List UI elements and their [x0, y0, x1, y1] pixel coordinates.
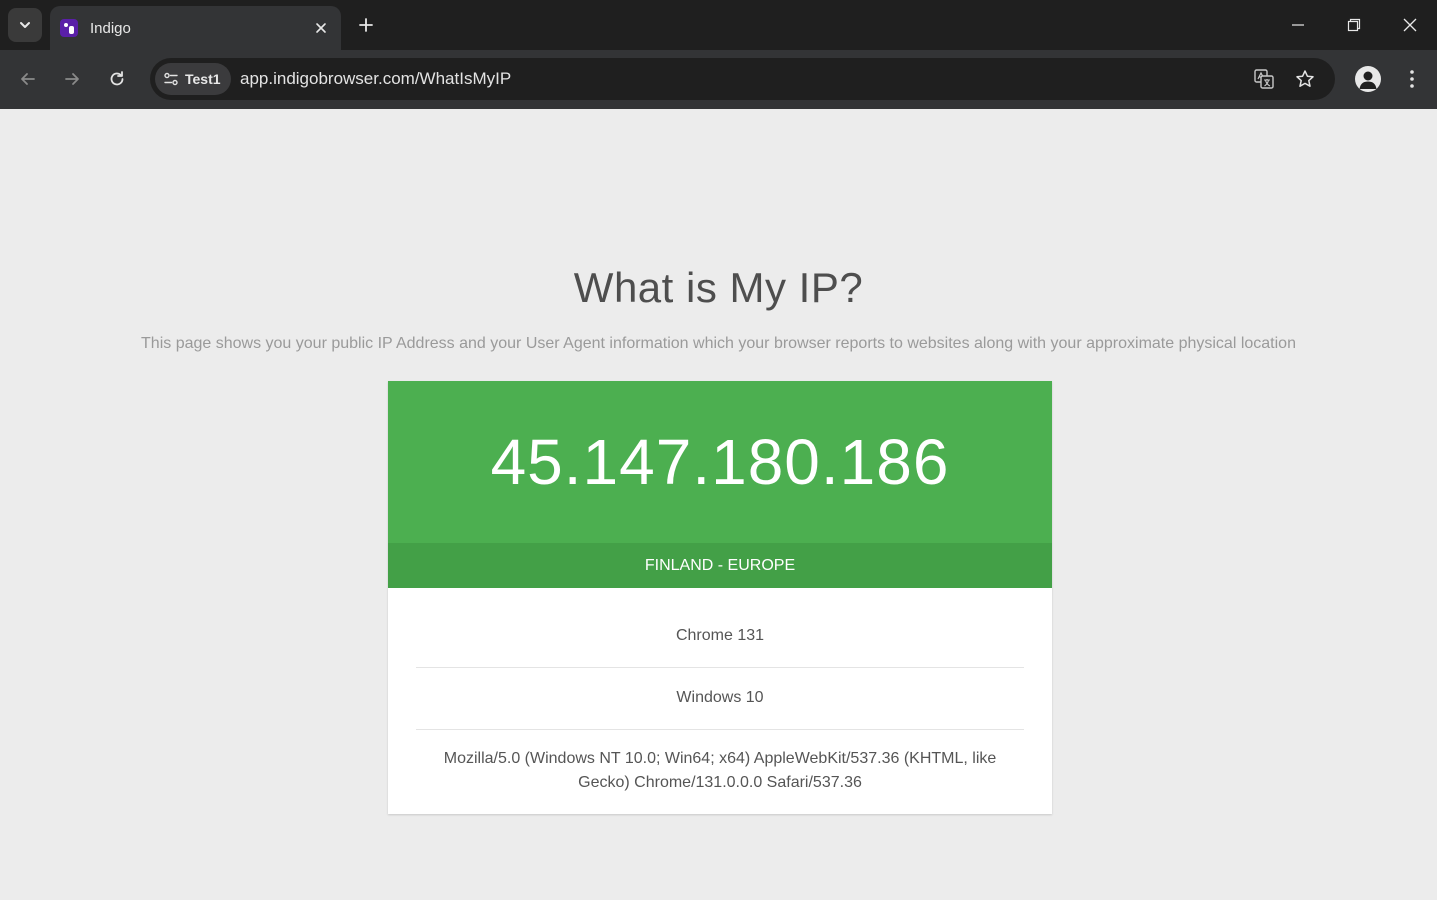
ip-address-box: 45.147.180.186 — [388, 381, 1052, 543]
profile-chip-label: Test1 — [185, 71, 221, 87]
restore-button[interactable] — [1326, 0, 1382, 50]
tune-icon — [164, 72, 178, 86]
location-bar: FINLAND - EUROPE — [388, 543, 1052, 588]
divider — [416, 729, 1024, 730]
location-text: FINLAND - EUROPE — [644, 556, 796, 574]
translate-icon[interactable] — [1252, 67, 1276, 91]
user-agent: Mozilla/5.0 (Windows NT 10.0; Win64; x64… — [443, 750, 997, 791]
chevron-down-icon — [20, 22, 30, 28]
restore-icon — [1347, 18, 1361, 32]
more-vertical-icon — [1410, 70, 1414, 88]
browser-name: Chrome 131 — [675, 627, 765, 644]
reload-button[interactable] — [100, 62, 134, 96]
tab-title: Indigo — [90, 19, 131, 37]
bookmark-star-icon[interactable] — [1293, 67, 1317, 91]
back-button[interactable] — [11, 62, 45, 96]
tab-search-button[interactable] — [8, 8, 42, 42]
indigo-favicon-icon — [60, 19, 78, 37]
arrow-left-icon — [21, 73, 35, 85]
minimize-icon — [1292, 24, 1304, 26]
forward-button[interactable] — [55, 62, 89, 96]
minimize-button[interactable] — [1270, 0, 1326, 50]
ip-info-card: 45.147.180.186 FINLAND - EUROPE Chrome 1… — [388, 381, 1052, 814]
browser-toolbar: Test1 app.indigobrowser.com/WhatIsMyIP — [0, 50, 1437, 109]
profile-avatar-icon[interactable] — [1355, 66, 1381, 92]
active-tab[interactable]: Indigo — [50, 6, 341, 50]
page-title: What is My IP? — [573, 264, 864, 311]
divider — [416, 667, 1024, 668]
page-content: What is My IP? This page shows you your … — [0, 109, 1437, 900]
close-icon — [1403, 18, 1417, 32]
url-text[interactable]: app.indigobrowser.com/WhatIsMyIP — [240, 69, 511, 89]
operating-system: Windows 10 — [676, 689, 764, 706]
plus-icon — [359, 18, 373, 32]
close-window-button[interactable] — [1382, 0, 1437, 50]
tab-close-icon[interactable] — [311, 18, 331, 38]
reload-icon — [110, 71, 124, 86]
page-description: This page shows you your public IP Addre… — [141, 335, 1296, 352]
tab-strip: Indigo — [0, 0, 1437, 50]
new-tab-button[interactable] — [352, 11, 380, 39]
address-bar[interactable]: Test1 app.indigobrowser.com/WhatIsMyIP — [150, 58, 1335, 100]
browser-menu-button[interactable] — [1400, 62, 1424, 96]
site-info-chip[interactable]: Test1 — [155, 63, 231, 95]
arrow-right-icon — [65, 73, 79, 85]
ip-address: 45.147.180.186 — [490, 426, 950, 498]
